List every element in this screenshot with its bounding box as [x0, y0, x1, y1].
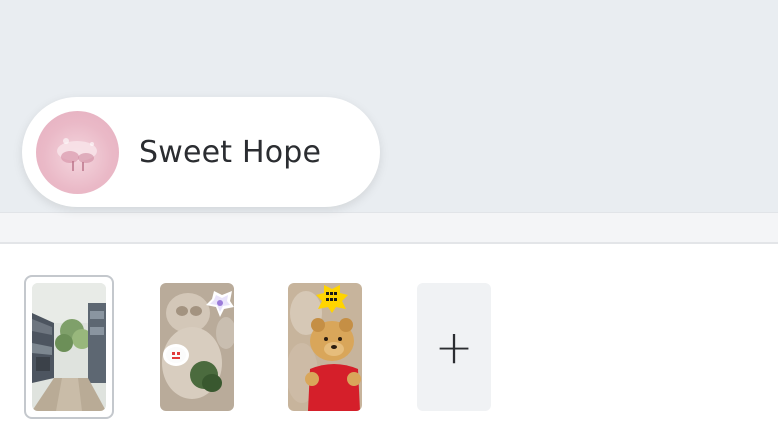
profile-name: Sweet Hope [139, 134, 322, 170]
avatar-image-icon [57, 137, 97, 171]
avatar[interactable] [36, 110, 119, 194]
bear-photo-icon [288, 283, 362, 411]
street-photo-icon [32, 283, 106, 411]
profile-chip[interactable]: Sweet Hope [22, 97, 380, 207]
story-thumbnail-3[interactable] [288, 283, 362, 411]
story-thumbnail-2[interactable] [160, 283, 234, 411]
plus-icon: + [434, 320, 474, 374]
add-story-button[interactable]: + [417, 283, 491, 411]
divider-strip [0, 212, 778, 244]
story-composer: Sweet Hope + [0, 0, 778, 438]
plush-photo-icon [160, 283, 234, 411]
story-thumbnail-1[interactable] [32, 283, 106, 411]
